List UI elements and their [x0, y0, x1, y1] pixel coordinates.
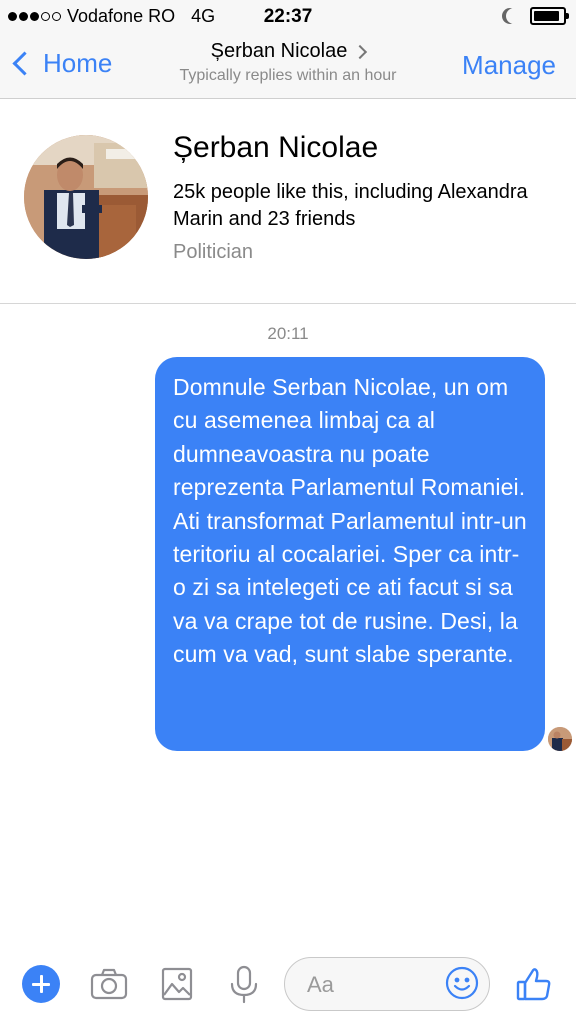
outgoing-message-bubble[interactable]: Domnule Serban Nicolae, un om cu asemene… [155, 357, 545, 751]
profile-category: Politician [173, 241, 254, 263]
message-input-placeholder: Aa [307, 972, 334, 997]
thumbs-up-icon[interactable] [514, 964, 554, 1004]
contact-name: Șerban Nicolae [210, 40, 348, 62]
profile-avatar[interactable] [24, 135, 148, 259]
seen-avatar [548, 727, 572, 751]
status-right [500, 7, 569, 25]
plus-icon[interactable] [22, 965, 60, 1003]
navigation-bar: Home Șerban Nicolae Typically replies wi… [0, 40, 576, 99]
profile-card: Șerban Nicolae 25k people like this, inc… [0, 99, 576, 304]
manage-button[interactable]: Manage [462, 50, 556, 81]
profile-likes: 25k people like this, including Alexandr… [173, 181, 528, 230]
conversation-title[interactable]: Șerban Nicolae [210, 40, 368, 63]
message-input[interactable]: Aa [284, 957, 490, 1011]
photo-icon[interactable] [157, 964, 197, 1004]
status-bar: Vodafone RO 4G 22:37 [0, 0, 576, 40]
profile-name: Șerban Nicolae [173, 131, 379, 164]
status-time: 22:37 [263, 6, 313, 27]
message-composer: Aa [0, 940, 576, 1024]
chevron-right-icon [353, 44, 368, 59]
camera-icon[interactable] [89, 964, 129, 1004]
do-not-disturb-icon [506, 8, 522, 24]
emoji-icon[interactable] [445, 966, 479, 1000]
battery-icon [530, 7, 569, 25]
message-timestamp: 20:11 [267, 324, 309, 343]
microphone-icon[interactable] [224, 964, 264, 1004]
